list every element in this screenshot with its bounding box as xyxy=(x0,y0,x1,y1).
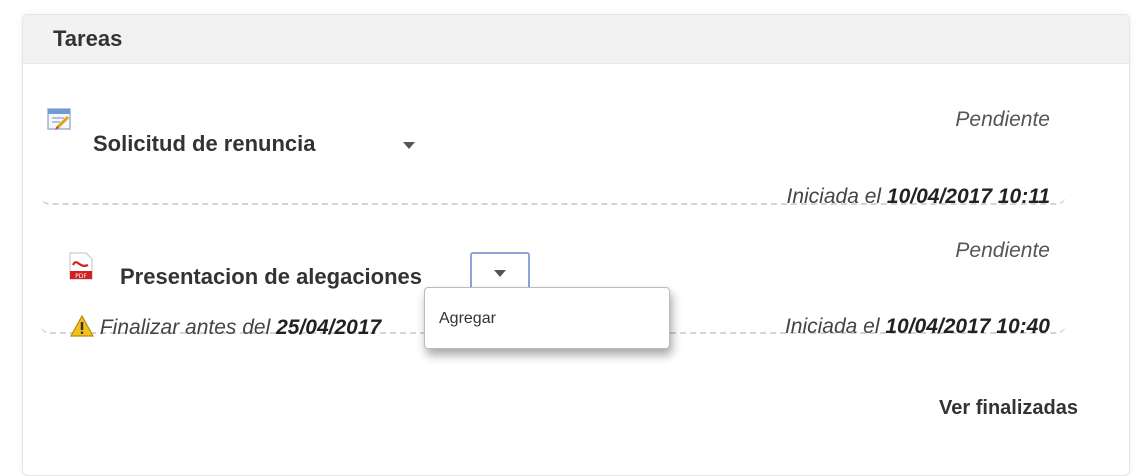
warning-icon xyxy=(69,314,95,337)
panel-title: Tareas xyxy=(53,26,123,51)
panel-header: Tareas xyxy=(23,15,1129,64)
svg-text:PDF: PDF xyxy=(75,273,87,280)
deadline-label: Finalizar antes del xyxy=(99,316,271,339)
started-label: Iniciada el xyxy=(786,185,882,208)
started-label: Iniciada el xyxy=(784,315,880,338)
deadline: Finalizar antes del 25/04/2017 xyxy=(69,314,382,340)
task-actions-menu: Agregar xyxy=(424,287,670,349)
form-edit-icon xyxy=(46,106,74,139)
started-date: Iniciada el 10/04/2017 10:40 xyxy=(785,315,1050,339)
started-value: 10/04/2017 10:11 xyxy=(886,185,1050,208)
menu-item-agregar[interactable]: Agregar xyxy=(439,310,496,328)
task-title[interactable]: Presentacion de alegaciones xyxy=(120,264,422,290)
view-finished-link[interactable]: Ver finalizadas xyxy=(939,397,1078,420)
task-item: Solicitud de renuncia Pendiente Iniciada… xyxy=(40,78,1066,208)
started-value: 10/04/2017 10:40 xyxy=(885,315,1050,338)
status-badge: Pendiente xyxy=(955,239,1050,262)
pdf-icon: PDF xyxy=(68,251,94,286)
chevron-down-icon[interactable] xyxy=(403,142,415,149)
chevron-down-icon xyxy=(494,270,506,277)
task-title[interactable]: Solicitud de renuncia xyxy=(93,131,315,157)
deadline-value: 25/04/2017 xyxy=(276,316,382,339)
status-badge: Pendiente xyxy=(955,108,1050,131)
started-date: Iniciada el 10/04/2017 10:11 xyxy=(787,185,1051,209)
